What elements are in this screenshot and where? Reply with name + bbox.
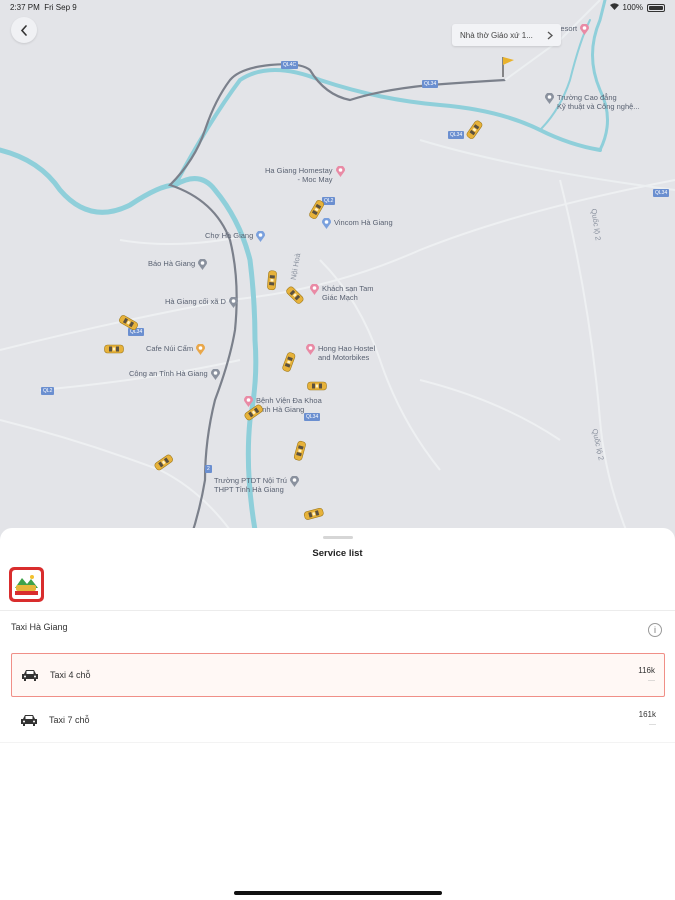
- gray-pin-icon: [545, 93, 554, 104]
- pink-pin-icon: [306, 344, 315, 355]
- poi-homestay[interactable]: Ha Giang Homestay - Moc May: [265, 166, 345, 184]
- pink-pin-icon: [335, 166, 345, 177]
- battery-icon: [647, 3, 665, 12]
- sheet-grabber[interactable]: [323, 536, 353, 539]
- poi-hong-hao[interactable]: Hong Hao Hostel and Motorbikes: [306, 344, 375, 362]
- road-shield: QL4C: [281, 61, 299, 69]
- gray-pin-icon: [210, 369, 220, 380]
- blue-pin-icon: [256, 231, 266, 242]
- orange-pin-icon: [196, 344, 206, 355]
- pink-pin-icon: [310, 284, 319, 295]
- road-shield: QL34: [653, 189, 670, 197]
- gray-pin-icon: [228, 297, 238, 308]
- gray-pin-icon: [198, 259, 208, 270]
- taxi-company-logo: [9, 567, 44, 602]
- destination-pill[interactable]: Nhà thờ Giáo xứ 1...: [452, 24, 561, 46]
- info-icon[interactable]: i: [648, 623, 662, 637]
- taxi-logo-icon: [15, 575, 38, 595]
- home-indicator[interactable]: [234, 891, 442, 895]
- road-shield: QL34: [422, 80, 439, 88]
- service-sub: —: [649, 721, 656, 728]
- taxi-marker: [307, 378, 327, 391]
- back-button[interactable]: [11, 17, 37, 43]
- poi-vincom[interactable]: Vincom Hà Giang: [322, 218, 393, 229]
- status-time: 2:37 PM Fri Sep 9: [10, 3, 77, 12]
- service-option-taxi-4[interactable]: Taxi 4 chỗ 116k —: [11, 653, 665, 697]
- company-name: Taxi Hà Giang: [11, 622, 68, 632]
- chevron-left-icon: [20, 24, 27, 36]
- poi-old-ha-giang[interactable]: Hà Giang cối xã D: [165, 297, 238, 308]
- poi-school[interactable]: Trường PTDT Nội Trú THPT Tỉnh Hà Giang: [214, 476, 299, 494]
- taxi-marker: [104, 341, 124, 354]
- destination-label: Nhà thờ Giáo xứ 1...: [460, 30, 533, 40]
- sheet-title: Service list: [312, 548, 363, 559]
- pink-pin-icon: [580, 24, 590, 35]
- blue-pin-icon: [322, 218, 331, 229]
- map-base: [0, 0, 675, 540]
- divider: [0, 742, 675, 743]
- service-name: Taxi 7 chỗ: [49, 715, 90, 725]
- poi-hotel-tam-giac-mach[interactable]: Khách sạn Tam Giác Mạch: [310, 284, 374, 302]
- map-view[interactable]: 2:37 PM Fri Sep 9 100% Nhà thờ Giáo xứ 1…: [0, 0, 675, 540]
- poi-cafe-nui-cam[interactable]: Cafe Núi Cấm: [146, 344, 206, 355]
- service-name: Taxi 4 chỗ: [50, 670, 91, 680]
- service-sub: —: [648, 677, 655, 684]
- road-shield: QL2: [41, 387, 55, 395]
- poi-market[interactable]: Chợ Hà Giang: [205, 231, 266, 242]
- taxi-marker: [263, 270, 277, 291]
- car-icon: [21, 715, 37, 726]
- service-option-taxi-7[interactable]: Taxi 7 chỗ 161k —: [11, 698, 665, 742]
- poi-police[interactable]: Công an Tỉnh Hà Giang: [129, 369, 220, 380]
- status-right: 100%: [609, 3, 665, 12]
- app-root: 2:37 PM Fri Sep 9 100% Nhà thờ Giáo xứ 1…: [0, 0, 675, 900]
- gray-pin-icon: [289, 476, 299, 487]
- poi-college[interactable]: Trường Cao đẳng Kỹ thuật và Công nghệ...: [545, 93, 640, 111]
- divider: [0, 610, 675, 611]
- car-icon: [22, 670, 38, 681]
- service-price: 161k: [638, 710, 656, 719]
- road-shield: 2: [205, 465, 212, 473]
- service-price: 116k: [638, 666, 655, 675]
- chevron-right-icon: [547, 31, 553, 39]
- poi-newspaper[interactable]: Báo Hà Giang: [148, 259, 208, 270]
- road-shield: QL34: [304, 413, 321, 421]
- wifi-icon: [609, 3, 619, 12]
- service-sheet: Service list Taxi Hà Giang i Taxi 4 chỗ: [0, 528, 675, 900]
